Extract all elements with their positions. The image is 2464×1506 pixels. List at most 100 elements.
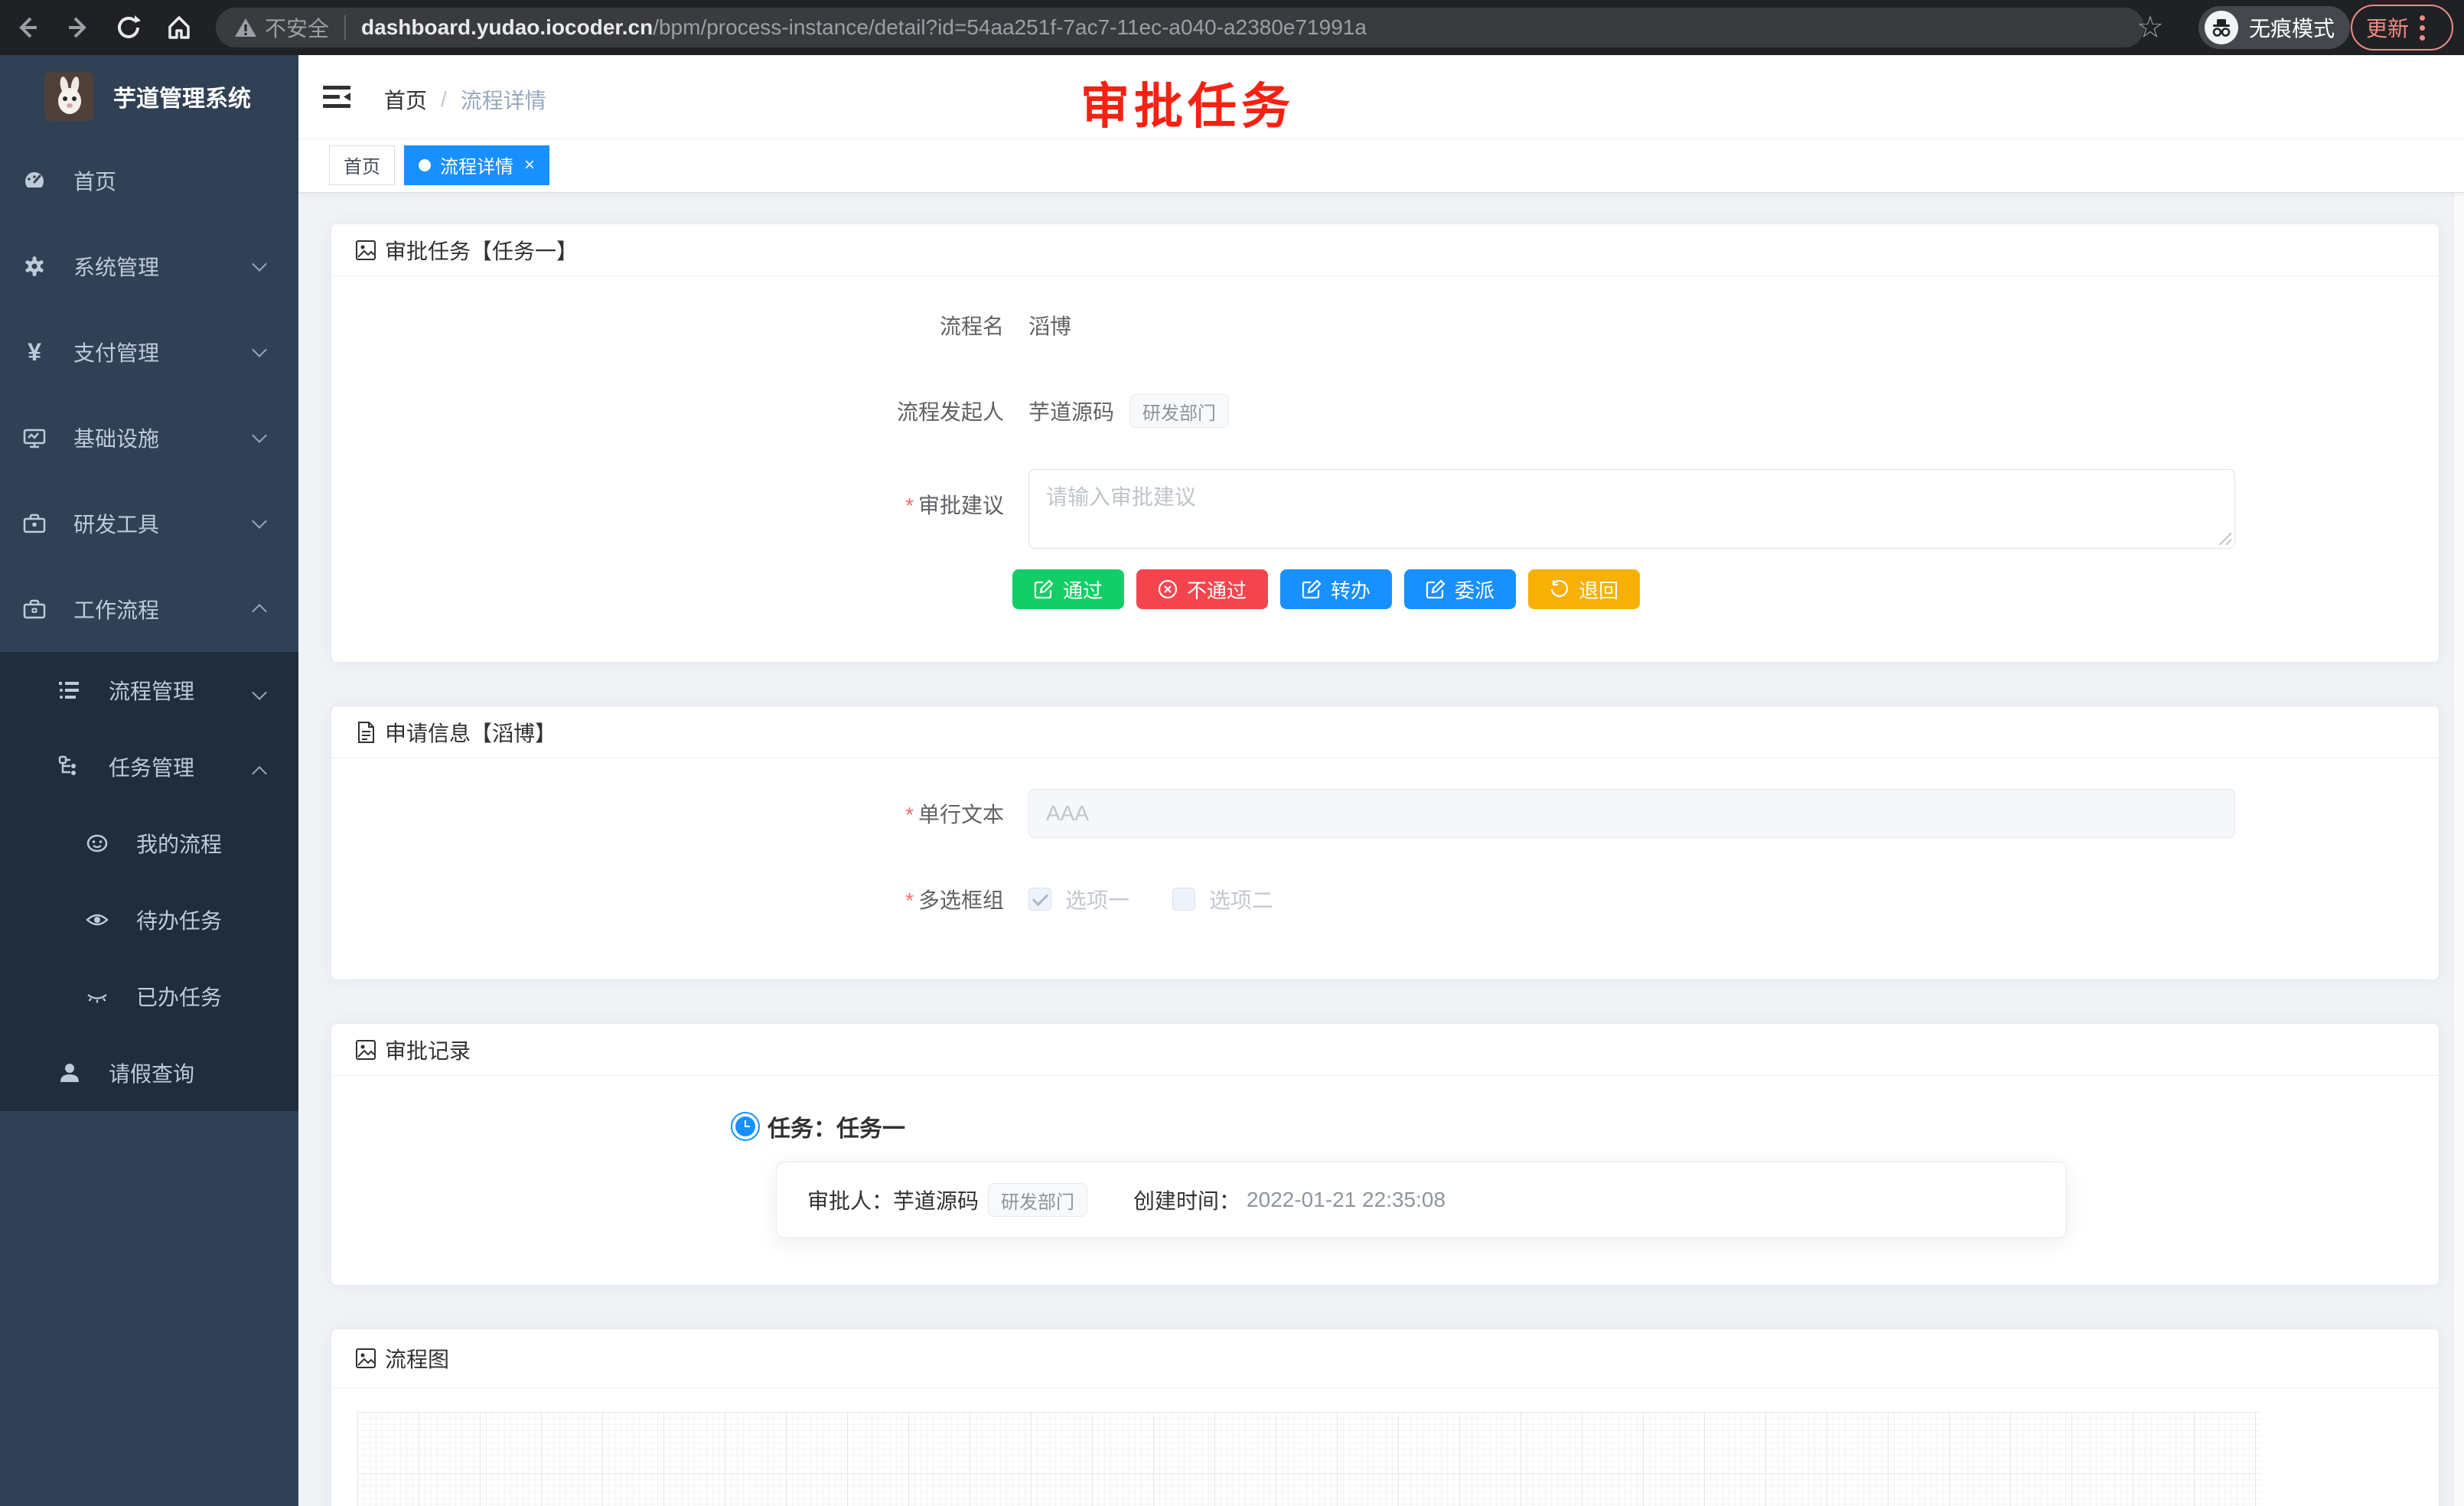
card-title: 流程图	[385, 1343, 449, 1374]
browser-forward-icon[interactable]	[61, 11, 95, 44]
approval-record-card: 审批记录 任务：任务一 审批人： 芋道源码 研发部门 创建时间： 2022-01	[331, 1023, 2440, 1286]
approve-button[interactable]: 通过	[1012, 569, 1124, 609]
sidebar-item-my-process[interactable]: 我的流程	[0, 805, 298, 882]
eye-open-icon	[86, 908, 109, 931]
field-label: *单行文本	[331, 798, 1004, 829]
document-icon	[354, 721, 377, 744]
url-path: /bpm/process-instance/detail?id=54aa251f…	[653, 15, 1367, 40]
created-label: 创建时间：	[1133, 1185, 1240, 1215]
sidebar-item-home[interactable]: 首页	[0, 138, 298, 223]
sidebar-item-devtools[interactable]: 研发工具	[0, 481, 298, 566]
picture-outline-icon	[354, 1038, 377, 1061]
sidebar-item-label: 我的流程	[136, 828, 222, 859]
process-starter-value: 芋道源码 研发部门	[1028, 394, 1229, 428]
breadcrumb-home[interactable]: 首页	[384, 84, 427, 115]
checkbox-option-1: 选项一	[1028, 884, 1129, 914]
assignee-value: 芋道源码	[893, 1185, 979, 1215]
app-logo[interactable]: 芋道管理系统	[0, 55, 298, 138]
incognito-icon	[2205, 11, 2238, 44]
page-content: 审批任务【任务一】 流程名 滔博 流程发起人 芋道源码 研发部门	[298, 193, 2464, 1506]
checkbox-group-row: *多选框组 选项一 选项二	[331, 878, 2439, 921]
scrollbar-track[interactable]	[2453, 55, 2464, 1506]
chevron-up-icon	[252, 604, 267, 619]
top-navbar: 首页 / 流程详情 审批任务 ?	[298, 55, 2464, 138]
briefcase-icon	[23, 598, 46, 621]
tab-process-detail[interactable]: 流程详情 ×	[404, 145, 549, 185]
delegate-button[interactable]: 委派	[1404, 569, 1516, 609]
tags-view-bar: 首页 流程详情 ×	[298, 138, 2464, 193]
bpmn-grid-canvas[interactable]	[357, 1412, 2261, 1506]
browser-reload-icon[interactable]	[112, 11, 145, 44]
screen: 不安全 dashboard.yudao.iocoder.cn/bpm/proce…	[0, 0, 2464, 1506]
sidebar-item-done-tasks[interactable]: 已办任务	[0, 958, 298, 1035]
face-icon	[86, 832, 109, 855]
field-label: 流程发起人	[331, 396, 1004, 426]
apply-info-card: 申请信息【滔博】 *单行文本 *多选框组 选项一	[331, 706, 2440, 980]
process-name-value: 滔博	[1028, 310, 1071, 341]
dept-tag: 研发部门	[1129, 394, 1229, 428]
required-asterisk: *	[905, 494, 914, 517]
circle-close-icon	[1158, 579, 1178, 599]
sidebar-item-workflow[interactable]: 工作流程	[0, 566, 298, 652]
sidebar-item-infra[interactable]: 基础设施	[0, 395, 298, 481]
chevron-down-icon	[252, 342, 267, 357]
breadcrumb-current: 流程详情	[461, 84, 546, 115]
record-detail-card: 审批人： 芋道源码 研发部门 创建时间： 2022-01-21 22:35:08	[776, 1162, 2067, 1238]
refresh-left-icon	[1550, 579, 1569, 599]
checkbox-group: 选项一 选项二	[1028, 884, 1273, 914]
record-card-header: 审批记录	[331, 1024, 2439, 1076]
url-host: dashboard.yudao.iocoder.cn	[361, 15, 653, 40]
tab-label: 首页	[344, 152, 380, 178]
sidebar-item-label: 工作流程	[73, 594, 159, 624]
process-diagram-card: 流程图	[331, 1328, 2440, 1506]
process-name-row: 流程名 滔博	[331, 304, 2439, 347]
sidebar-item-label: 系统管理	[73, 251, 159, 282]
close-icon[interactable]: ×	[524, 155, 535, 176]
dashboard-icon	[23, 169, 46, 192]
edit-icon	[1426, 579, 1445, 599]
approval-suggestion-input[interactable]	[1028, 469, 2235, 549]
sidebar-item-label: 已办任务	[136, 981, 222, 1012]
chrome-update-button[interactable]: 更新	[2351, 5, 2453, 51]
sidebar-item-label: 支付管理	[73, 337, 159, 367]
process-starter-row: 流程发起人 芋道源码 研发部门	[331, 390, 2439, 432]
edit-icon	[1302, 579, 1322, 599]
chrome-menu-icon[interactable]	[2420, 15, 2425, 41]
apply-card-header: 申请信息【滔博】	[331, 706, 2439, 758]
sidebar-item-label: 首页	[73, 165, 116, 196]
diagram-card-header: 流程图	[331, 1329, 2439, 1388]
reject-button[interactable]: 不通过	[1136, 569, 1268, 609]
field-label: 流程名	[331, 310, 1004, 341]
sidebar-item-task-mgmt[interactable]: 任务管理	[0, 729, 298, 805]
tab-home[interactable]: 首页	[329, 145, 395, 185]
sidebar-item-process-mgmt[interactable]: 流程管理	[0, 652, 298, 729]
sidebar-item-label: 任务管理	[109, 751, 194, 782]
sidebar-item-leave-query[interactable]: 请假查询	[0, 1035, 298, 1111]
sidebar-item-todo-tasks[interactable]: 待办任务	[0, 882, 298, 958]
sidebar-item-system[interactable]: 系统管理	[0, 223, 298, 309]
browser-home-icon[interactable]	[162, 11, 196, 44]
org-flow-icon	[58, 755, 81, 778]
sidebar-collapse-icon[interactable]	[320, 80, 354, 113]
card-title: 审批任务【任务一】	[385, 235, 578, 266]
timeline-item: 任务：任务一	[731, 1110, 2439, 1143]
workflow-submenu: 流程管理 任务管理 我的流程	[0, 652, 298, 1111]
sidebar-item-label: 基础设施	[73, 422, 159, 453]
chevron-down-icon	[252, 513, 267, 529]
not-secure-icon	[234, 18, 257, 37]
tree-list-icon	[58, 679, 81, 702]
address-bar[interactable]: 不安全 dashboard.yudao.iocoder.cn/bpm/proce…	[216, 8, 2144, 47]
card-title: 审批记录	[385, 1035, 471, 1065]
tab-label: 流程详情	[440, 152, 513, 178]
user-icon	[58, 1061, 81, 1084]
sidebar-item-payment[interactable]: ¥ 支付管理	[0, 309, 298, 395]
update-label: 更新	[2366, 12, 2409, 43]
chevron-up-icon	[252, 766, 267, 781]
sidebar-item-label: 请假查询	[109, 1058, 194, 1088]
return-button[interactable]: 退回	[1528, 569, 1640, 609]
browser-back-icon[interactable]	[11, 11, 44, 44]
incognito-label: 无痕模式	[2249, 12, 2335, 43]
active-tab-dot	[419, 159, 431, 171]
transfer-button[interactable]: 转办	[1280, 569, 1392, 609]
bookmark-star-icon[interactable]: ☆	[2136, 11, 2164, 44]
